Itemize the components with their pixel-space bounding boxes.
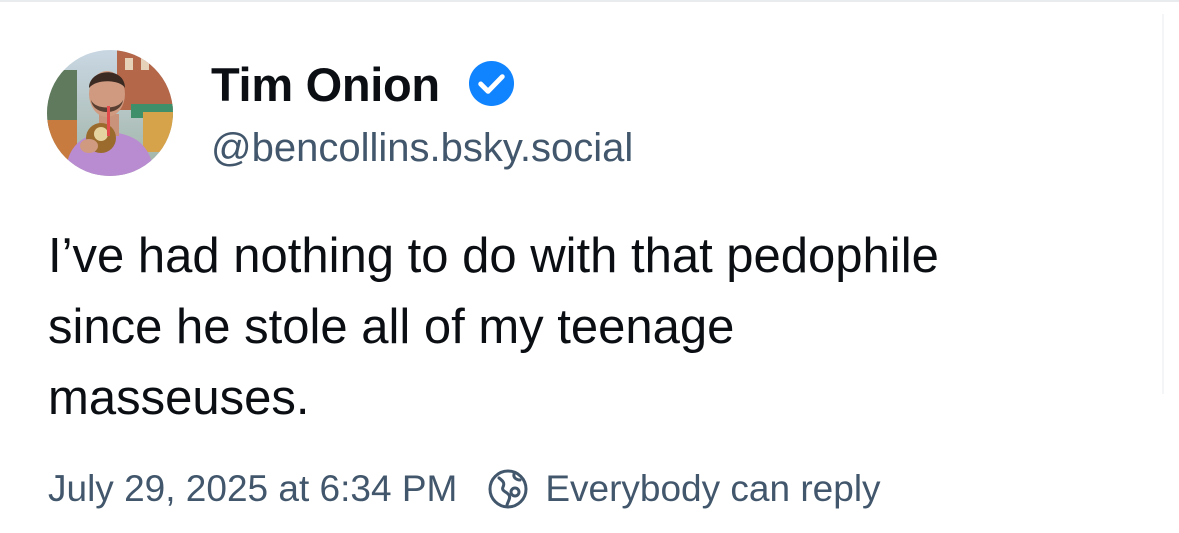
avatar-photo [47, 50, 173, 176]
reply-setting-label: Everybody can reply [545, 468, 881, 509]
post-text-line: I’ve had nothing to do with that pedophi… [48, 229, 939, 283]
post-text-line: masseuses. [48, 371, 310, 425]
globe-icon [488, 469, 528, 509]
author-display-name[interactable]: Tim Onion [211, 58, 440, 112]
post-text-line: since he stole all of my teenage [48, 300, 735, 354]
post-text: I’ve had nothing to do with that pedophi… [48, 221, 1158, 434]
post-meta: July 29, 2025 at 6:34 PM Everybody can r… [48, 466, 881, 512]
post-card: Tim Onion @bencollins.bsky.social I’ve h… [0, 0, 1179, 533]
reply-setting[interactable]: Everybody can reply [487, 468, 881, 510]
avatar[interactable] [47, 50, 173, 176]
verified-badge-icon[interactable] [468, 60, 515, 107]
post-timestamp[interactable]: July 29, 2025 at 6:34 PM [48, 468, 457, 510]
author-handle[interactable]: @bencollins.bsky.social [211, 125, 633, 171]
